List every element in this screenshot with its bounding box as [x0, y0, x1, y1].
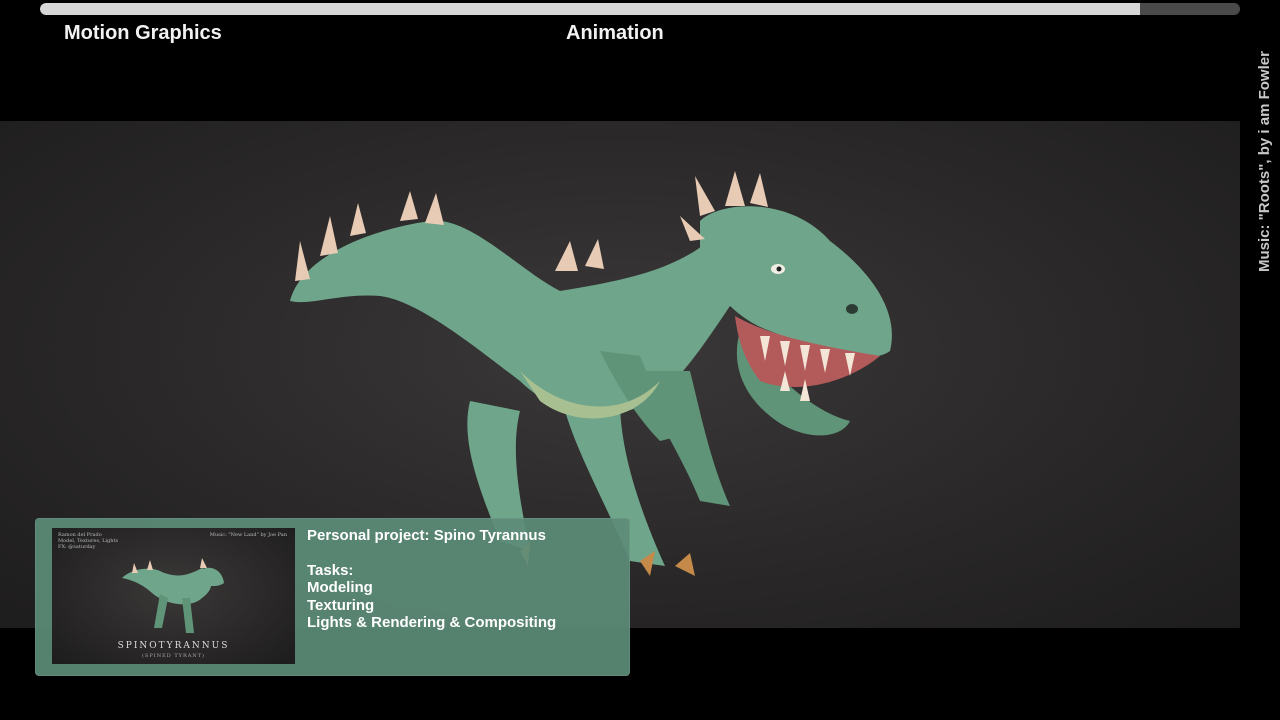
project-thumbnail: Ramon del Prado Model, Textures, Lights …	[52, 528, 295, 664]
task-item: Texturing	[307, 596, 375, 614]
video-progress-bar[interactable]	[40, 3, 1240, 15]
task-item: Modeling	[307, 579, 373, 596]
thumbnail-subtitle: (SPINED TYRANT)	[141, 653, 205, 659]
chapter-label-motion-graphics: Motion Graphics	[64, 22, 222, 44]
video-progress-fill	[40, 3, 1141, 15]
chapter-label-animation: Animation	[566, 22, 664, 44]
task-item: Lights & Rendering & Compositing	[307, 614, 557, 631]
tasks-heading: Tasks:	[307, 561, 354, 579]
project-details: Personal project: Spino Tyrannus Tasks: …	[307, 527, 556, 632]
project-info-card: Ramon del Prado Model, Textures, Lights …	[35, 518, 630, 676]
music-credit: Music: "Roots", by i am Fowler	[1256, 51, 1273, 272]
thumbnail-title: SPINOTYRANNUS	[117, 641, 230, 651]
project-title: Personal project: Spino Tyrannus	[307, 527, 546, 544]
